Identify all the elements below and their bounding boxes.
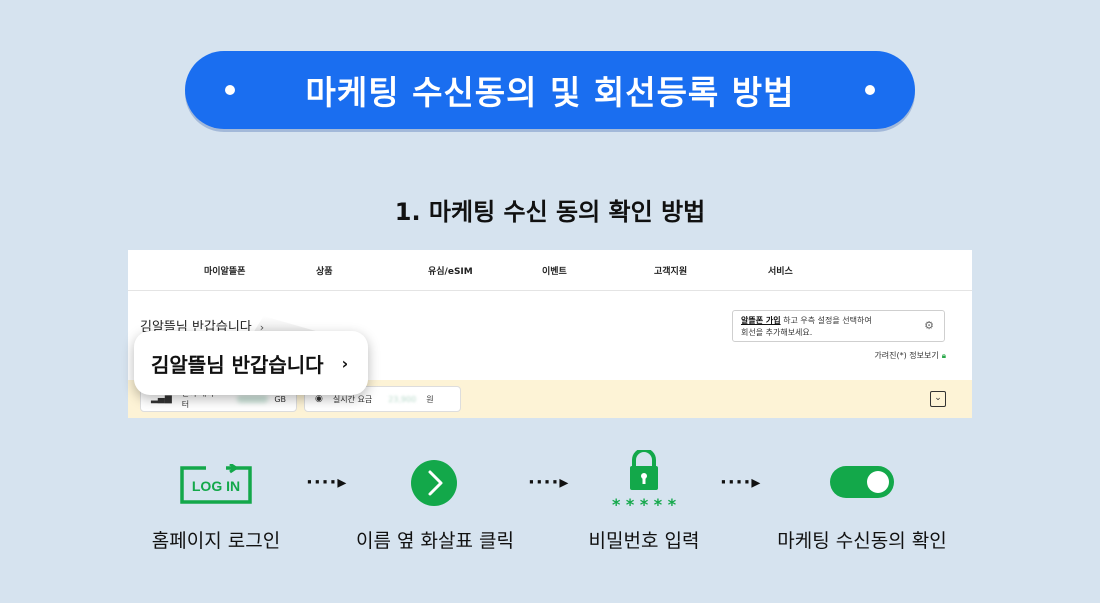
title-banner: 마케팅 수신동의 및 회선등록 방법 <box>185 51 915 129</box>
realtime-fee-label: 실시간 요금 <box>332 394 373 404</box>
bubble-greeting-text: 김알뜰님 반갑습니다 <box>151 352 324 377</box>
expand-dropdown-button[interactable]: ⌄ <box>930 391 946 407</box>
lock-icon: * * * * * <box>612 450 677 512</box>
gear-icon[interactable]: ⚙ <box>924 320 934 332</box>
step-connector-3: ····▸ <box>720 472 762 493</box>
nav-item-events[interactable]: 이벤트 <box>542 264 567 277</box>
step-label-click-arrow: 이름 옆 화살표 클릭 <box>356 530 514 552</box>
privacy-label: 가려진(*) 정보보기 <box>874 351 939 360</box>
info-text-2: 회선을 추가해보세요. <box>741 328 813 337</box>
bullet-dot-right <box>865 85 875 95</box>
login-icon-text: LOG IN <box>192 478 240 494</box>
bullet-dot-left <box>225 85 235 95</box>
step-label-password: 비밀번호 입력 <box>588 530 700 552</box>
login-icon: LOG IN <box>180 464 252 504</box>
nav-item-my[interactable]: 마이알뜰폰 <box>204 264 245 277</box>
step-label-confirm: 마케팅 수신동의 확인 <box>777 530 947 552</box>
password-mask-text: * * * * * <box>612 495 677 512</box>
nav-item-services[interactable]: 서비스 <box>768 264 793 277</box>
fee-unit: 원 <box>426 394 434 404</box>
info-text-1: 하고 우측 설정을 선택하여 <box>780 316 872 325</box>
lock-small-icon: 🔒︎ <box>941 351 946 360</box>
fee-value-blurred: 23,900 <box>388 394 417 404</box>
nav-item-usim[interactable]: 유심/eSIM <box>428 264 473 277</box>
arrow-circle-icon <box>411 460 457 506</box>
privacy-toggle[interactable]: 가려진(*) 정보보기 🔒︎ <box>874 350 946 361</box>
bubble-chevron-right-icon[interactable]: › <box>342 354 349 373</box>
data-unit: GB <box>274 394 286 404</box>
signal-bars-icon: ▂▄▆ <box>151 394 172 404</box>
join-link[interactable]: 알뜰폰 가입 <box>741 316 781 325</box>
greeting-zoom-bubble: 김알뜰님 반갑습니다 › <box>134 331 368 395</box>
data-value-blurred <box>236 395 269 403</box>
mockup-nav-bar: 마이알뜰폰 상품 유심/eSIM 이벤트 고객지원 서비스 <box>128 250 972 291</box>
nav-item-support[interactable]: 고객지원 <box>654 264 687 277</box>
toggle-on-icon <box>830 466 894 498</box>
join-info-box: 알뜰폰 가입 하고 우측 설정을 선택하여 회선을 추가해보세요. ⚙ <box>732 310 945 342</box>
page-title: 마케팅 수신동의 및 회선등록 방법 <box>305 73 795 112</box>
step-label-login: 홈페이지 로그인 <box>151 530 281 552</box>
step-connector-2: ····▸ <box>528 472 570 493</box>
step-connector-1: ····▸ <box>306 472 348 493</box>
nav-item-products[interactable]: 상품 <box>316 264 333 277</box>
coin-icon: ◉ <box>315 394 323 404</box>
section-heading: 1. 마케팅 수신 동의 확인 방법 <box>394 198 706 226</box>
